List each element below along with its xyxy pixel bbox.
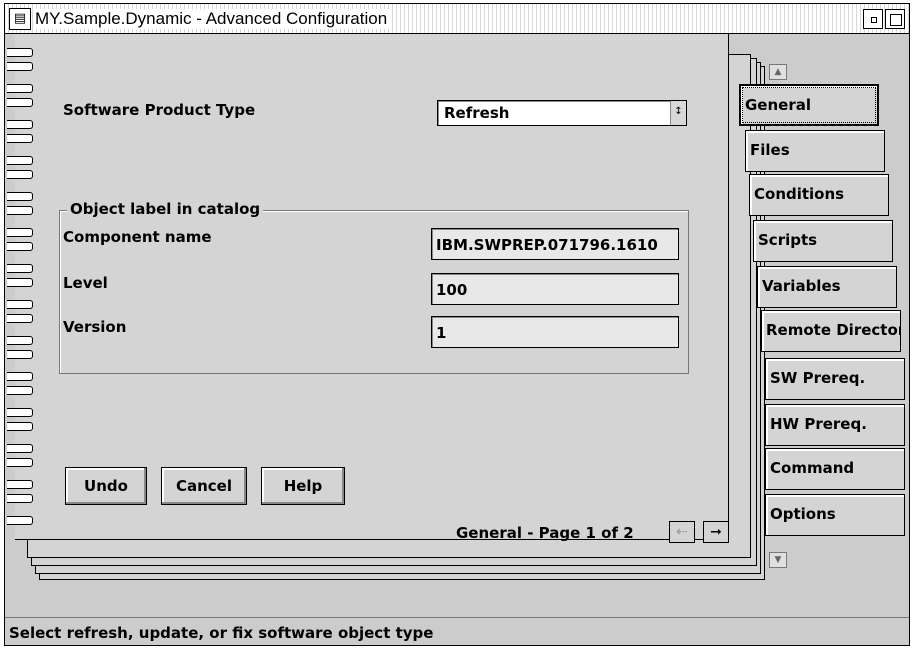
window-title: MY.Sample.Dynamic - Advanced Configurati… <box>35 9 390 29</box>
tab-hw-prereq-label: HW Prereq. <box>770 415 867 433</box>
undo-button[interactable]: Undo <box>65 467 147 505</box>
arrow-right-icon[interactable]: ➞ <box>703 521 729 543</box>
group-title: Object label in catalog <box>67 200 264 218</box>
tab-command-label: Command <box>770 459 855 477</box>
component-name-value: IBM.SWPREP.071796.1610 <box>436 236 658 254</box>
arrow-left-icon[interactable]: ⇠ <box>669 521 695 543</box>
status-bar: Select refresh, update, or fix software … <box>5 617 909 645</box>
undo-label: Undo <box>84 477 128 495</box>
system-menu-icon[interactable]: ▤ <box>9 8 31 30</box>
tab-options[interactable]: Options <box>765 494 905 536</box>
title-bar[interactable]: ▤ MY.Sample.Dynamic - Advanced Configura… <box>5 4 909 34</box>
level-field[interactable]: 100 <box>431 273 679 305</box>
version-label: Version <box>63 318 127 336</box>
cancel-button[interactable]: Cancel <box>161 467 247 505</box>
tab-scripts[interactable]: Scripts <box>753 220 893 262</box>
product-type-label: Software Product Type <box>63 101 256 119</box>
tab-scroll-down-icon[interactable]: ▼ <box>769 552 787 568</box>
status-text: Select refresh, update, or fix software … <box>9 624 434 642</box>
tab-conditions[interactable]: Conditions <box>749 174 889 216</box>
tab-remote-directory-label: Remote Directory <box>766 321 901 339</box>
tab-sw-prereq-label: SW Prereq. <box>770 369 866 387</box>
tab-command[interactable]: Command <box>765 448 905 490</box>
level-value: 100 <box>436 281 468 299</box>
tab-variables[interactable]: Variables <box>757 266 897 308</box>
tab-general[interactable]: General <box>739 84 879 126</box>
product-type-value: Refresh <box>444 104 510 122</box>
product-type-dropdown[interactable]: Refresh ↕ <box>437 100 687 126</box>
version-field[interactable]: 1 <box>431 316 679 348</box>
page-indicator: General - Page 1 of 2 <box>456 524 634 542</box>
tab-remote-directory[interactable]: Remote Directory <box>761 310 901 352</box>
minimize-icon[interactable] <box>863 9 883 29</box>
cancel-label: Cancel <box>175 477 232 495</box>
dropdown-arrow-icon[interactable]: ↕ <box>670 101 686 125</box>
tab-scripts-label: Scripts <box>758 231 818 249</box>
tab-scroll-up-icon[interactable]: ▲ <box>769 64 787 80</box>
notebook-binding <box>5 38 35 538</box>
app-window: ▤ MY.Sample.Dynamic - Advanced Configura… <box>4 3 910 646</box>
help-label: Help <box>283 477 323 495</box>
component-name-label: Component name <box>63 228 212 246</box>
tab-files-label: Files <box>750 141 790 159</box>
tab-options-label: Options <box>770 505 836 523</box>
component-name-field[interactable]: IBM.SWPREP.071796.1610 <box>431 228 679 260</box>
tab-hw-prereq[interactable]: HW Prereq. <box>765 404 905 446</box>
version-value: 1 <box>436 324 447 342</box>
maximize-icon[interactable] <box>885 9 905 29</box>
tab-variables-label: Variables <box>762 277 841 295</box>
help-button[interactable]: Help <box>261 467 345 505</box>
level-label: Level <box>63 274 108 292</box>
tab-general-label: General <box>745 96 811 114</box>
tab-conditions-label: Conditions <box>754 185 845 203</box>
tab-files[interactable]: Files <box>745 130 885 172</box>
tab-sw-prereq[interactable]: SW Prereq. <box>765 358 905 400</box>
